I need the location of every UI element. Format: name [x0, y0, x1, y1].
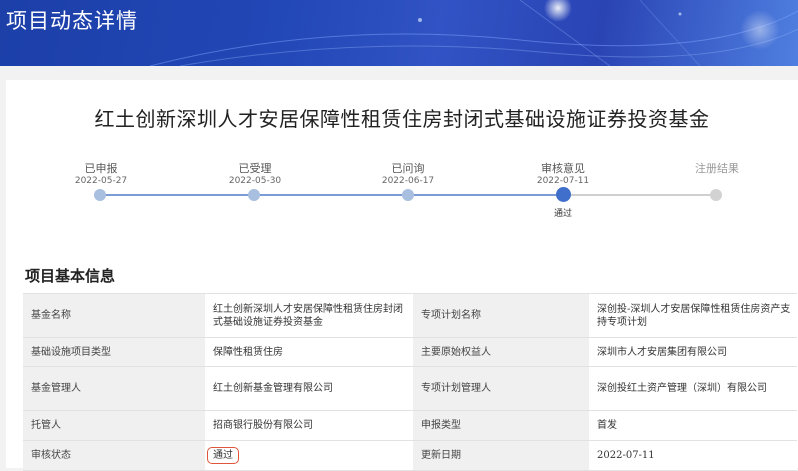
- label-plan-name: 专项计划名称: [413, 293, 589, 338]
- value-filing-type: 首发: [589, 410, 797, 441]
- link-custodian[interactable]: 招商银行股份有限公司: [205, 410, 413, 441]
- label-project-type: 基础设施项目类型: [23, 337, 205, 367]
- header-banner: 项目动态详情: [0, 0, 798, 66]
- label-fund-name: 基金名称: [23, 293, 205, 338]
- value-fund-name: 红土创新深圳人才安居保障性租赁住房封闭式基础设施证券投资基金: [205, 293, 413, 338]
- step-label: 已受理: [238, 162, 272, 175]
- value-review-status-cell: 通过: [205, 440, 413, 471]
- step-label: 审核意见: [541, 162, 585, 175]
- label-update-date: 更新日期: [413, 440, 589, 471]
- step-dot-review-opinion: [556, 187, 571, 202]
- step-date: 2022-05-30: [228, 176, 282, 186]
- table-row: 基金名称 红土创新深圳人才安居保障性租赁住房封闭式基础设施证券投资基金 专项计划…: [23, 293, 797, 338]
- label-original-owner: 主要原始权益人: [413, 337, 589, 367]
- table-row: 审核状态 通过 更新日期 2022-07-11: [23, 440, 797, 471]
- step-status: 通过: [553, 209, 572, 219]
- step-dot-inquired: [402, 189, 414, 201]
- review-status-badge: 通过: [207, 447, 239, 464]
- table-row: 托管人 招商银行股份有限公司 申报类型 首发: [23, 410, 797, 441]
- step-date: 2022-07-11: [536, 176, 590, 186]
- section-title: 项目基本信息: [25, 267, 116, 285]
- label-plan-manager: 专项计划管理人: [413, 366, 589, 411]
- value-original-owner: 深圳市人才安居集团有限公司: [589, 337, 797, 367]
- value-plan-name: 深创投-深圳人才安居保障性租赁住房资产支持专项计划: [589, 293, 797, 338]
- label-fund-manager: 基金管理人: [23, 366, 205, 411]
- progress-track-pending: [560, 194, 715, 196]
- label-review-status: 审核状态: [23, 440, 205, 471]
- step-label: 已问询: [391, 162, 425, 175]
- table-row: 基础设施项目类型 保障性租赁住房 主要原始权益人 深圳市人才安居集团有限公司: [23, 337, 797, 367]
- link-fund-manager[interactable]: 红土创新基金管理有限公司: [205, 366, 413, 411]
- page-title: 项目动态详情: [6, 9, 138, 33]
- label-custodian: 托管人: [23, 410, 205, 441]
- link-plan-manager[interactable]: 深创投红土资产管理（深圳）有限公司: [589, 366, 797, 411]
- step-date: 2022-06-17: [381, 176, 435, 186]
- table-row: 基金管理人 红土创新基金管理有限公司 专项计划管理人 深创投红土资产管理（深圳）…: [23, 366, 797, 411]
- project-detail-card: 红土创新深圳人才安居保障性租赁住房封闭式基础设施证券投资基金 已申报 2022-…: [6, 80, 798, 471]
- step-dot-registration-result: [710, 189, 722, 201]
- step-label: 注册结果: [695, 162, 739, 175]
- project-info-table: 基金名称 红土创新深圳人才安居保障性租赁住房封闭式基础设施证券投资基金 专项计划…: [23, 293, 797, 471]
- label-filing-type: 申报类型: [413, 410, 589, 441]
- progress-track-done: [100, 194, 560, 196]
- project-title: 红土创新深圳人才安居保障性租赁住房封闭式基础设施证券投资基金: [94, 107, 710, 131]
- step-date: 2022-05-27: [74, 176, 128, 186]
- value-update-date: 2022-07-11: [589, 440, 797, 471]
- step-label: 已申报: [84, 162, 118, 175]
- step-dot-accepted: [248, 189, 260, 201]
- step-dot-submitted: [94, 189, 106, 201]
- value-project-type: 保障性租赁住房: [205, 337, 413, 367]
